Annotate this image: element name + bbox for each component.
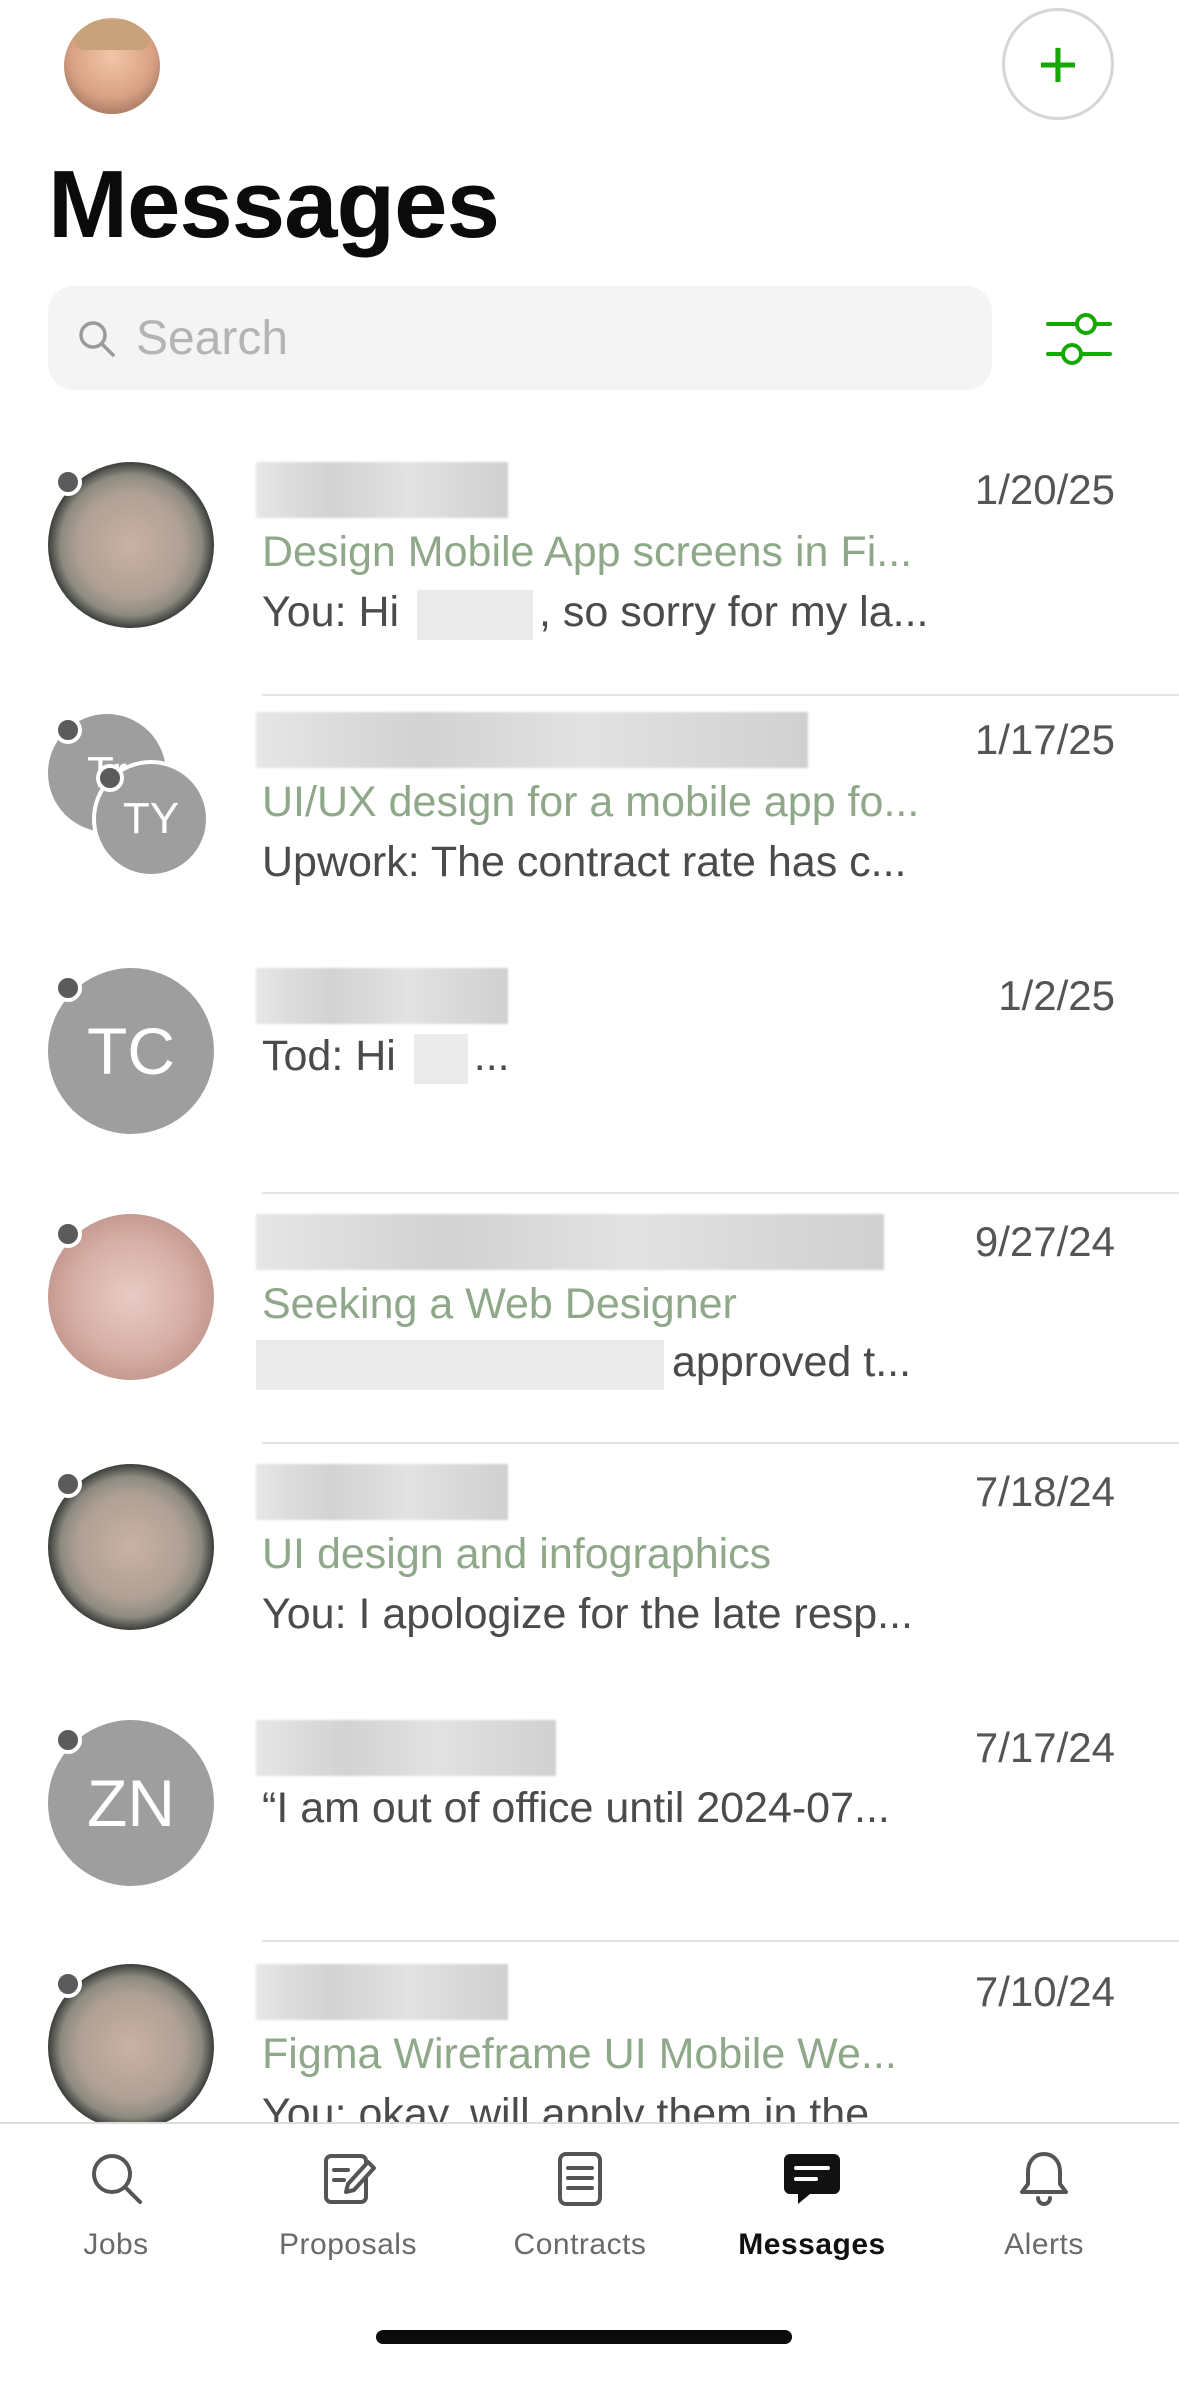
message-preview: You: I apologize for the late resp... (262, 1590, 914, 1638)
message-date: 7/18/24 (974, 1468, 1115, 1515)
contact-name-redacted (256, 462, 508, 518)
divider (262, 694, 1179, 696)
page-title: Messages (48, 151, 500, 258)
tab-label: Contracts (513, 2228, 647, 2261)
unread-dot (54, 1470, 82, 1498)
conversation-row[interactable]: 9/27/24 Seeking a Web Designer approved … (0, 1208, 1179, 1448)
divider (262, 1940, 1179, 1942)
tab-proposals[interactable]: Proposals (248, 2148, 448, 2268)
tab-label: Messages (738, 2228, 886, 2261)
message-date: 1/20/25 (974, 466, 1115, 513)
tab-alerts[interactable]: Alerts (944, 2148, 1144, 2268)
unread-dot (54, 716, 82, 744)
message-date: 7/17/24 (974, 1724, 1115, 1771)
proposal-edit-icon (324, 2154, 376, 2204)
contact-name-redacted (256, 1214, 884, 1270)
contact-name-redacted (256, 968, 508, 1024)
redacted-name (417, 589, 534, 640)
contact-name-redacted (256, 712, 808, 768)
tab-jobs[interactable]: Jobs (16, 2148, 216, 2268)
message-preview: “I am out of office until 2024-07... (262, 1784, 890, 1832)
message-date: 9/27/24 (974, 1218, 1115, 1265)
search-icon (79, 321, 115, 357)
message-preview: Tod: Hi ... (262, 1032, 510, 1084)
conversation-row[interactable]: ZN 7/17/24 “I am out of office until 202… (0, 1714, 1179, 1944)
message-preview: You: Hi , so sorry for my la... (262, 588, 928, 640)
message-bubble-icon (784, 2154, 840, 2204)
unread-dot (54, 1220, 82, 1248)
redacted-name (256, 1339, 664, 1390)
conversation-row[interactable]: 1/20/25 Design Mobile App screens in Fi.… (0, 456, 1179, 696)
compose-button[interactable]: + (1002, 8, 1114, 120)
profile-avatar[interactable] (64, 18, 160, 114)
search-input[interactable] (136, 306, 936, 370)
tab-label: Alerts (1004, 2228, 1084, 2261)
unread-dot (54, 468, 82, 496)
message-date: 7/10/24 (974, 1968, 1115, 2015)
job-title: Design Mobile App screens in Fi... (262, 528, 913, 576)
job-title: UI design and infographics (262, 1530, 772, 1578)
conversation-row[interactable]: TC 1/2/25 Tod: Hi ... (0, 962, 1179, 1192)
job-title: Seeking a Web Designer (262, 1280, 737, 1328)
job-title: Figma Wireframe UI Mobile We... (262, 2030, 897, 2078)
conversation-row[interactable]: Tr TY 1/17/25 UI/UX design for a mobile … (0, 706, 1179, 946)
conversation-row[interactable]: 7/18/24 UI design and infographics You: … (0, 1458, 1179, 1698)
unread-dot (54, 1726, 82, 1754)
divider (262, 1442, 1179, 1444)
job-title: UI/UX design for a mobile app fo... (262, 778, 920, 826)
redacted-name (413, 1033, 468, 1084)
search-icon (92, 2154, 142, 2204)
contract-document-icon (558, 2152, 602, 2206)
plus-icon: + (1037, 25, 1079, 103)
contact-name-redacted (256, 1964, 508, 2020)
tab-contracts[interactable]: Contracts (480, 2148, 680, 2268)
message-preview: approved t... (256, 1338, 911, 1390)
tab-label: Proposals (279, 2228, 417, 2261)
unread-dot (54, 974, 82, 1002)
home-indicator (376, 2330, 792, 2344)
message-date: 1/17/25 (974, 716, 1115, 763)
message-date: 1/2/25 (998, 972, 1115, 1019)
unread-dot (96, 764, 124, 792)
filter-icon[interactable] (1044, 304, 1114, 374)
unread-dot (54, 1970, 82, 1998)
contact-name-redacted (256, 1720, 556, 1776)
contact-name-redacted (256, 1464, 508, 1520)
message-preview: Upwork: The contract rate has c... (262, 838, 907, 886)
tab-messages[interactable]: Messages (712, 2148, 912, 2268)
tab-label: Jobs (83, 2228, 149, 2261)
bell-icon (1020, 2152, 1068, 2206)
divider (262, 1192, 1179, 1194)
